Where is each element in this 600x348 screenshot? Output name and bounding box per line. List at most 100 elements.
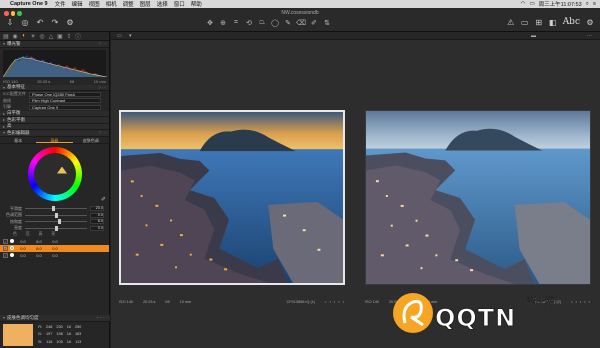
zoom-tool-icon[interactable]: ⊕ [219,19,227,27]
keystone-tool-icon[interactable]: ⏢ [258,19,266,27]
local-tab-icon[interactable]: ▣ [57,33,63,40]
tool-tabs: ▤ ◉ ◐ ☀ ◎ △ ▣ ⇪ ⓘ [0,32,109,41]
settings-icon[interactable]: ⚙ [586,18,594,27]
exposure-tab-icon[interactable]: ☀ [30,33,36,40]
rating-stars[interactable]: • • • • • [325,300,345,304]
viewer-dropdown-icon[interactable]: ▾ [129,33,132,39]
photo-variant-1[interactable] [119,110,345,285]
histogram-section-header[interactable]: ▾ 曝光警 ? ⋯ [0,41,109,48]
warning-icon[interactable]: ⚠ [507,18,515,27]
menu-select[interactable]: 选择 [157,0,168,8]
battery-icon[interactable]: ▭ [529,1,534,7]
redo-icon[interactable]: ↷ [51,18,59,27]
menu-adjust[interactable]: 调整 [123,0,134,8]
menu-file[interactable]: 文件 [55,0,66,8]
menu-layer[interactable]: 图层 [140,0,151,8]
slider-value-field[interactable]: 0.0 [90,225,104,231]
tab-advanced[interactable]: 高级 [36,137,73,143]
slider-value-field[interactable]: 20.0 [90,206,104,212]
undo-icon[interactable]: ↶ [36,18,44,27]
app-menu[interactable]: Capture One 9 [10,1,48,7]
histogram [3,49,107,77]
search-icon[interactable]: ⌕ [586,1,589,8]
enable-checkbox[interactable]: ✓ [3,245,8,251]
tab-basic[interactable]: 基本 [0,137,36,143]
slider-knob[interactable] [55,225,58,231]
photo-caption-1: ISO 140 20.03 s f/8 10 mm CF013856.IQ (1… [119,300,345,304]
menu-camera[interactable]: 相机 [106,0,117,8]
watermark-logo-icon [393,293,433,333]
rotate-tool-icon[interactable]: ⟲ [245,19,253,27]
site-watermark: QQTN 腾牛网 [385,289,595,345]
menu-view[interactable]: 视图 [89,0,100,8]
clock[interactable]: 周三上午11:07:53 [539,0,582,8]
camera-icon[interactable]: ◎ [21,18,29,27]
import-icon[interactable]: ⇩ [6,18,14,27]
slider-track[interactable] [25,225,87,231]
slider-track[interactable] [25,219,87,225]
color-editor-tabs: 基本 高级 皮肤色调 [0,137,109,144]
photo-variant-2[interactable] [365,110,591,285]
slider-track[interactable] [25,212,87,218]
color-wheel[interactable] [28,146,82,201]
eyedropper-icon[interactable]: ✐ [101,196,106,203]
copy-adjust-icon[interactable]: ⇅ [323,19,331,27]
curve-row: 曲线 Film High Contrast [0,98,109,105]
annotations-abc-icon[interactable]: Abc [563,17,580,27]
collapse-triangle-icon[interactable]: ▾ [3,85,5,90]
tab-skin-tone[interactable]: 皮肤色调 [73,137,109,143]
slider-knob[interactable] [58,219,61,225]
filename: CF013856.IQ (1) [286,300,316,304]
color-range-row[interactable]: ✓ 0.0 8.0 0.0 [0,238,109,245]
enable-checkbox[interactable]: ✓ [3,238,8,244]
details-tab-icon[interactable]: △ [48,33,54,40]
color-tab-icon[interactable]: ◐ [21,33,27,39]
engine-select[interactable]: Capture One 9 [29,104,101,110]
skin-tone-readout: ▾ 皮肤色调均匀度 + − ⋯ R: 248 230 16 250 G: 197 198 16… [0,315,110,348]
grid-icon[interactable]: ⊞ [535,18,543,27]
wifi-icon[interactable]: ◠ [521,1,526,7]
viewer-menu-icon[interactable]: ⋯ [587,33,592,39]
spot-tool-icon[interactable]: ◯ [271,19,279,27]
eraser-tool-icon[interactable]: ⌫ [296,19,306,27]
section-tools-icon[interactable]: + − ⋯ [96,315,107,320]
sampled-color-swatch [3,323,33,346]
lens-tab-icon[interactable]: ◎ [39,33,45,40]
brush-tool-icon[interactable]: ✎ [284,19,292,27]
collapse-triangle-icon[interactable]: ▾ [3,41,5,46]
section-tools-icon[interactable]: ? ⋯ [99,85,106,90]
meta-tab-icon[interactable]: ⓘ [75,33,81,41]
color-range-row[interactable]: ✓ 0.0 0.0 0.0 [0,252,109,259]
curve-select[interactable]: Film High Contrast [29,98,101,104]
slider-value-field[interactable]: 8.0 [90,219,104,225]
menu-help[interactable]: 帮助 [191,0,202,8]
overlay-icon[interactable]: ▭ [521,18,529,27]
slider-track[interactable] [25,206,87,212]
slider-knob[interactable] [52,206,55,212]
section-tools-icon[interactable]: ? ⋯ [99,41,106,46]
zoom-slider-icon[interactable]: ▬ [531,33,536,39]
picker-tool-icon[interactable]: ✐ [310,19,318,27]
pan-tool-icon[interactable]: ✥ [206,19,214,27]
menu-window[interactable]: 窗口 [174,0,185,8]
compare-icon[interactable]: ◧ [549,18,557,27]
slider-knob[interactable] [55,212,58,218]
color-swatch [10,239,14,243]
rgb-readout-table: R: 248 230 16 250 G: 197 198 16 183 B: 116 105 16 11… [38,325,82,344]
enable-checkbox[interactable]: ✓ [3,252,8,258]
output-tab-icon[interactable]: ⇪ [66,33,72,40]
section-tools-icon[interactable]: ? ⋯ [99,130,106,135]
crop-tool-icon[interactable]: ⌗ [232,19,240,27]
color-range-row-selected[interactable]: ✓ 0.0 8.0 0.0 [0,244,109,252]
viewer-layout-icon[interactable]: ▭ [117,33,122,39]
aperture-value: f/8 [69,79,75,84]
color-wheel-center [34,152,76,195]
icc-profile-select[interactable]: Phase One IQ280 Flash [29,91,101,97]
process-icon[interactable]: ⚙ [66,18,74,27]
menu-list-icon[interactable]: ≡ [593,1,596,7]
slider-value-field[interactable]: 0.0 [90,212,104,218]
menu-edit[interactable]: 编辑 [72,0,83,8]
color-swatch [10,253,14,257]
capture-tab-icon[interactable]: ◉ [12,33,18,40]
library-tab-icon[interactable]: ▤ [3,33,9,40]
